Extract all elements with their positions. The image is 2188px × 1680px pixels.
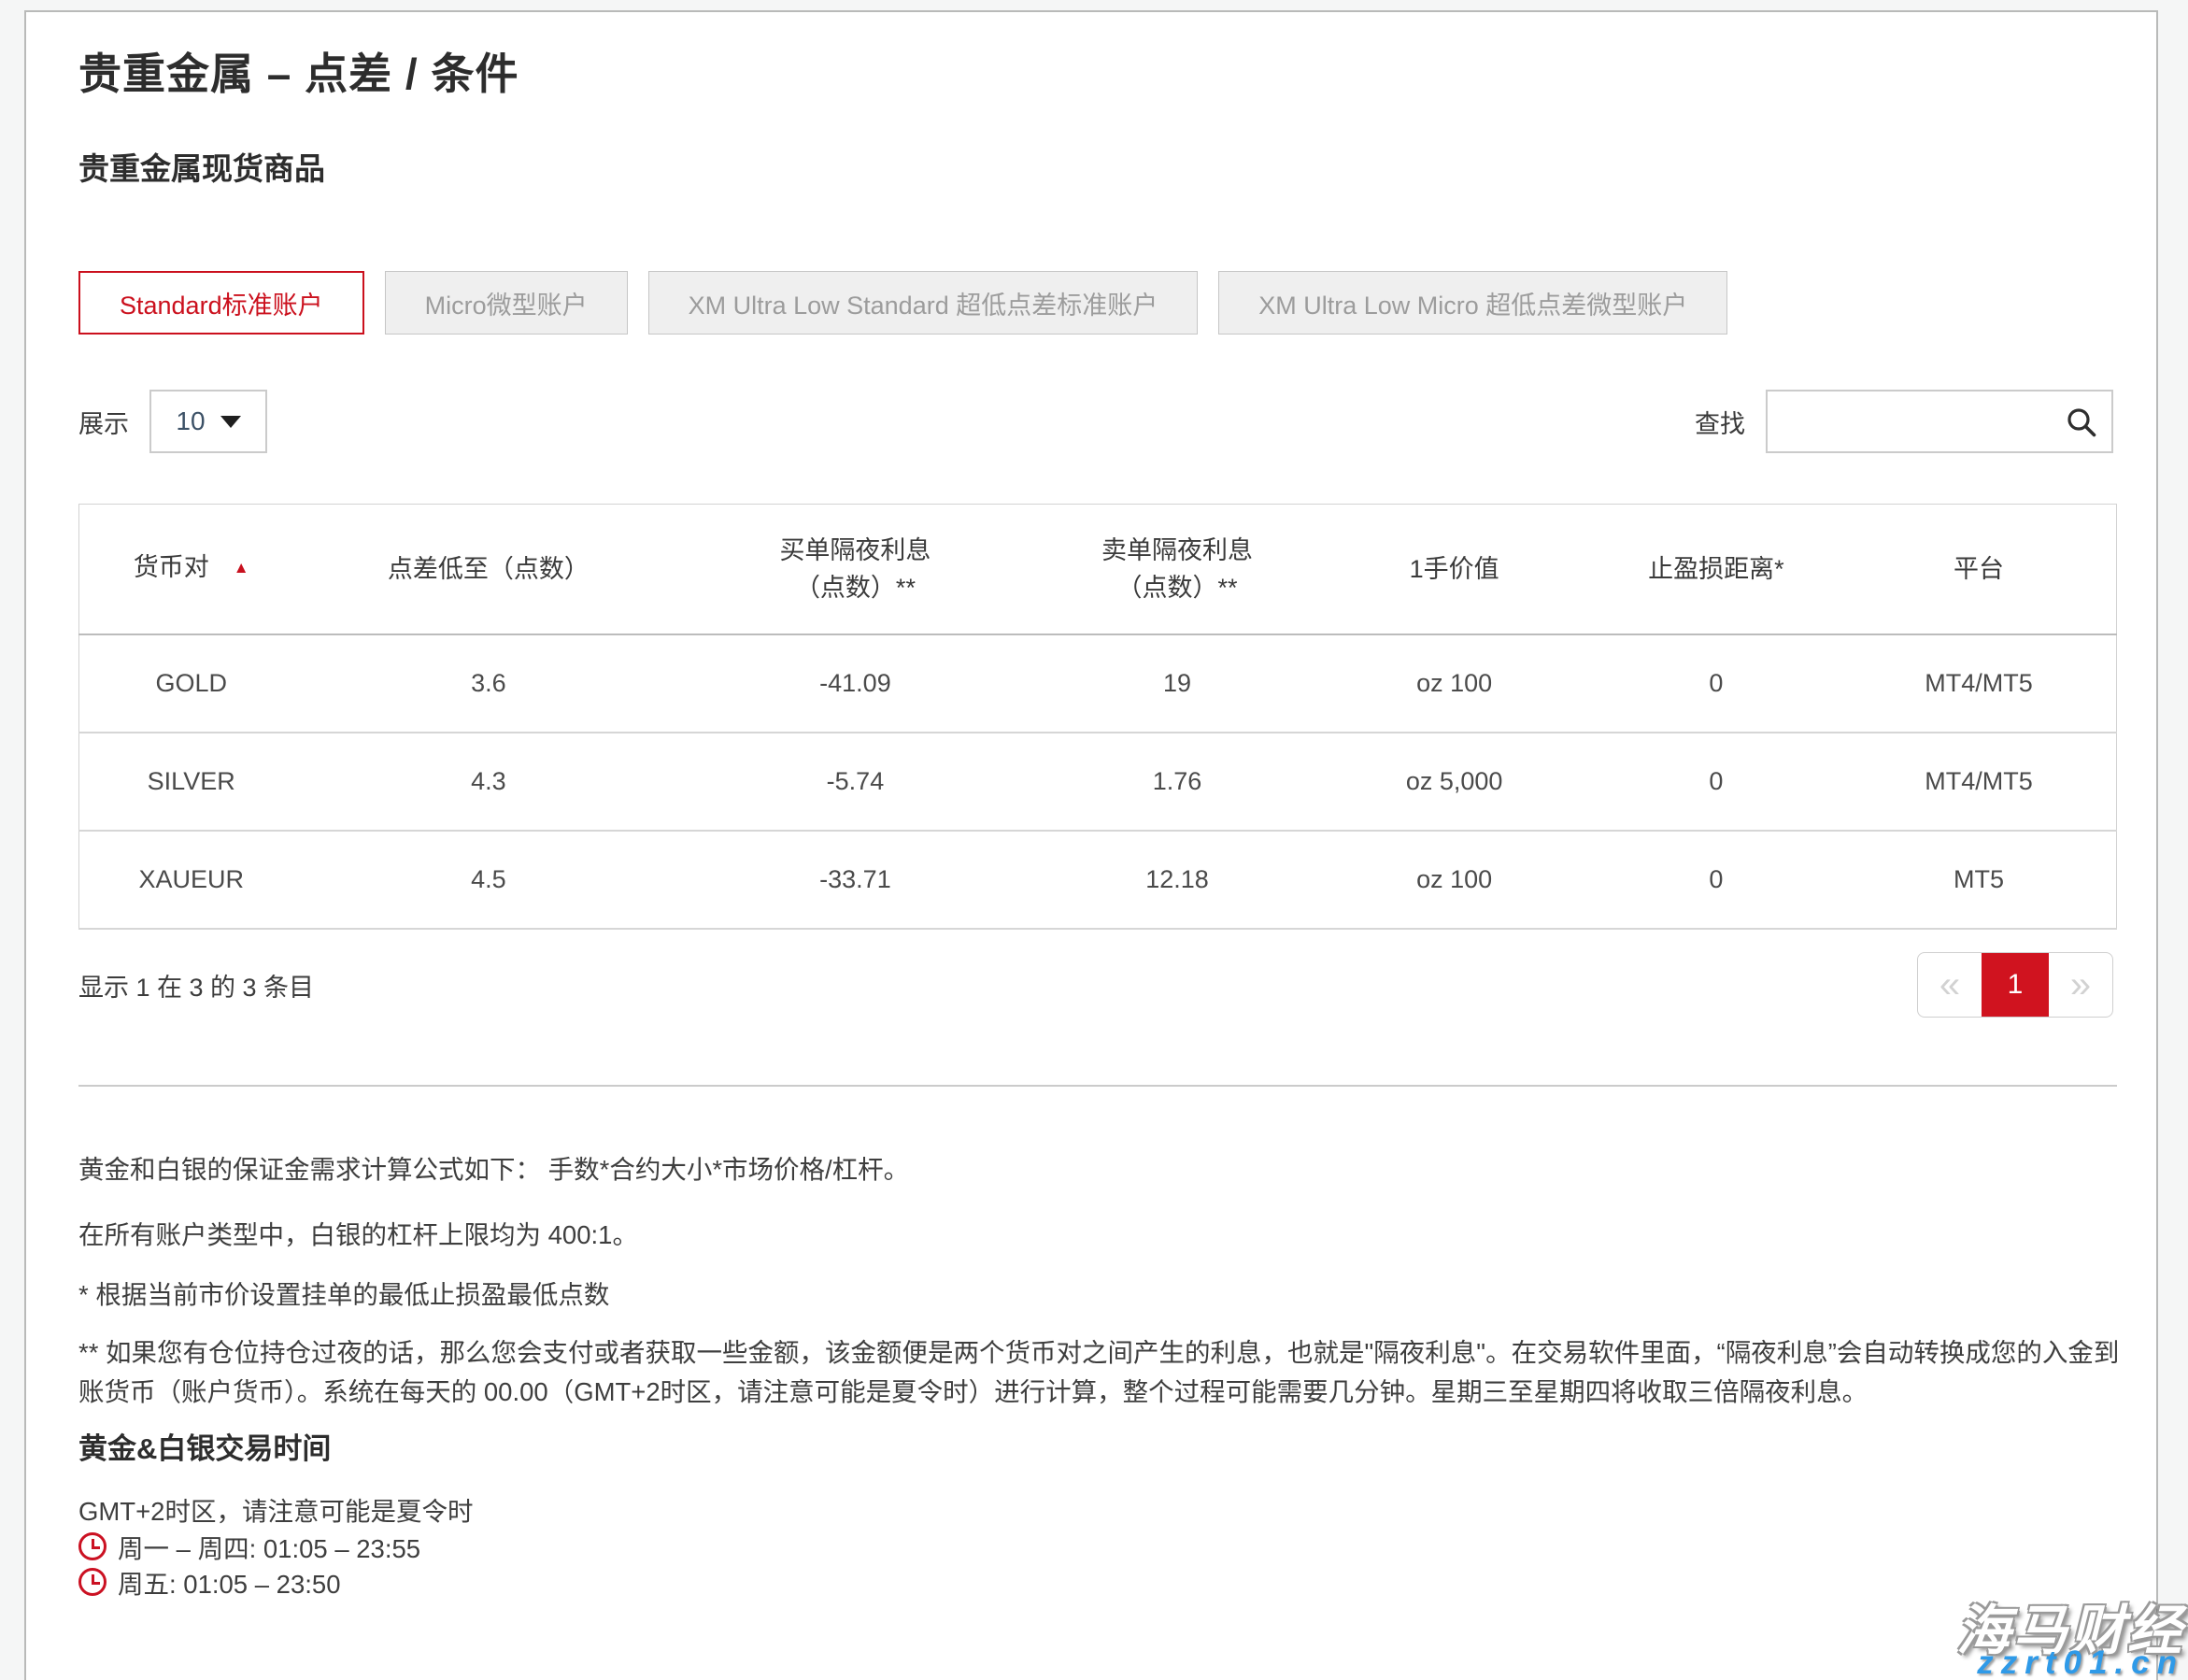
spread-cell: 4.3	[303, 733, 674, 831]
search-group: 查找	[1695, 390, 2113, 453]
search-label: 查找	[1695, 404, 1745, 440]
swap-short-cell: 12.18	[1037, 831, 1318, 929]
content-panel: 贵重金属 – 点差 / 条件 贵重金属现货商品 Standard标准账户 Mic…	[24, 10, 2158, 1680]
sort-asc-icon: ▲	[234, 549, 249, 587]
lot-value-cell: oz 100	[1318, 831, 1591, 929]
swap-long-cell: -5.74	[674, 733, 1036, 831]
stop-level-cell: 0	[1591, 831, 1841, 929]
trading-hours-heading: 黄金&白银交易时间	[78, 1425, 331, 1467]
spread-cell: 3.6	[303, 634, 674, 733]
search-icon	[2065, 406, 2098, 439]
friday-hours: 周五: 01:05 – 23:50	[118, 1563, 341, 1601]
divider	[78, 1085, 2117, 1087]
clock-icon	[78, 1532, 107, 1560]
column-header-stop-level[interactable]: 止盈损距离*	[1591, 505, 1841, 634]
margin-formula-note: 黄金和白银的保证金需求计算公式如下： 手数*合约大小*市场价格/杠杆。	[78, 1150, 2130, 1189]
page-size-value: 10	[176, 406, 205, 436]
show-entries-label: 展示	[78, 404, 129, 440]
table-row-xaueur: XAUEUR 4.5 -33.71 12.18 oz 100 0 MT5	[79, 831, 2117, 929]
table-row-gold: GOLD 3.6 -41.09 19 oz 100 0 MT4/MT5	[79, 634, 2117, 733]
swap-short-cell: 1.76	[1037, 733, 1318, 831]
mon-thu-hours: 周一 – 周四: 01:05 – 23:55	[118, 1528, 420, 1565]
lot-value-cell: oz 5,000	[1318, 733, 1591, 831]
tab-ultra-low-micro-account[interactable]: XM Ultra Low Micro 超低点差微型账户	[1218, 271, 1727, 335]
stop-level-footnote: * 根据当前市价设置挂单的最低止损盈最低点数	[78, 1275, 2130, 1315]
page-size-select[interactable]: 10	[149, 390, 267, 453]
table-header-row: 货币对▲ 点差低至（点数） 买单隔夜利息（点数）** 卖单隔夜利息（点数）** …	[79, 505, 2117, 634]
column-header-spread[interactable]: 点差低至（点数）	[303, 505, 674, 634]
pagination-prev-button[interactable]: «	[1918, 953, 1982, 1017]
symbol-cell: GOLD	[79, 634, 304, 733]
hours-row-friday: 周五: 01:05 – 23:50	[78, 1563, 341, 1601]
clock-icon	[78, 1568, 107, 1596]
instruments-table: 货币对▲ 点差低至（点数） 买单隔夜利息（点数）** 卖单隔夜利息（点数）** …	[78, 504, 2117, 930]
symbol-cell: SILVER	[79, 733, 304, 831]
table-controls: 展示 10 查找	[78, 390, 2113, 453]
swap-long-cell: -33.71	[674, 831, 1036, 929]
page-title: 贵重金属 – 点差 / 条件	[78, 46, 519, 102]
platform-cell: MT5	[1841, 831, 2116, 929]
lot-value-cell: oz 100	[1318, 634, 1591, 733]
symbol-cell: XAUEUR	[79, 831, 304, 929]
spread-cell: 4.5	[303, 831, 674, 929]
account-type-tabs: Standard标准账户 Micro微型账户 XM Ultra Low Stan…	[78, 271, 1727, 335]
stop-level-cell: 0	[1591, 634, 1841, 733]
hours-row-mon-thu: 周一 – 周四: 01:05 – 23:55	[78, 1528, 420, 1565]
swap-long-cell: -41.09	[674, 634, 1036, 733]
stop-level-cell: 0	[1591, 733, 1841, 831]
search-input[interactable]	[1768, 392, 2111, 451]
pagination-page-1[interactable]: 1	[1982, 953, 2049, 1017]
pagination: « 1 »	[1917, 952, 2113, 1018]
double-chevron-right-icon: »	[2070, 966, 2091, 1004]
tab-ultra-low-standard-account[interactable]: XM Ultra Low Standard 超低点差标准账户	[648, 271, 1199, 335]
swap-footnote: ** 如果您有仓位持仓过夜的话，那么您会支付或者获取一些金额，该金额便是两个货币…	[78, 1333, 2130, 1412]
platform-cell: MT4/MT5	[1841, 733, 2116, 831]
page: 贵重金属 – 点差 / 条件 贵重金属现货商品 Standard标准账户 Mic…	[0, 0, 2188, 1680]
chevron-down-icon	[220, 416, 241, 428]
column-header-symbol[interactable]: 货币对 ▲	[79, 505, 304, 634]
swap-short-cell: 19	[1037, 634, 1318, 733]
tab-micro-account[interactable]: Micro微型账户	[385, 271, 628, 335]
column-header-label: 货币对	[134, 553, 209, 581]
double-chevron-left-icon: «	[1939, 966, 1960, 1004]
search-box	[1766, 390, 2113, 453]
column-header-swap-short[interactable]: 卖单隔夜利息（点数）**	[1037, 505, 1318, 634]
entries-summary: 显示 1 在 3 的 3 条目	[78, 971, 314, 1004]
show-entries-group: 展示 10	[78, 390, 267, 453]
column-header-platform[interactable]: 平台	[1841, 505, 2116, 634]
table-row-silver: SILVER 4.3 -5.74 1.76 oz 5,000 0 MT4/MT5	[79, 733, 2117, 831]
timezone-note: GMT+2时区，请注意可能是夏令时	[78, 1490, 473, 1528]
column-header-lot-value[interactable]: 1手价值	[1318, 505, 1591, 634]
leverage-note: 在所有账户类型中，白银的杠杆上限均为 400:1。	[78, 1216, 2130, 1255]
platform-cell: MT4/MT5	[1841, 634, 2116, 733]
pagination-next-button[interactable]: »	[2049, 953, 2112, 1017]
section-subtitle: 贵重金属现货商品	[78, 149, 325, 190]
tab-standard-account[interactable]: Standard标准账户	[78, 271, 364, 335]
watermark-site: zzrt01.cn	[1977, 1644, 2184, 1680]
column-header-swap-long[interactable]: 买单隔夜利息（点数）**	[674, 505, 1036, 634]
